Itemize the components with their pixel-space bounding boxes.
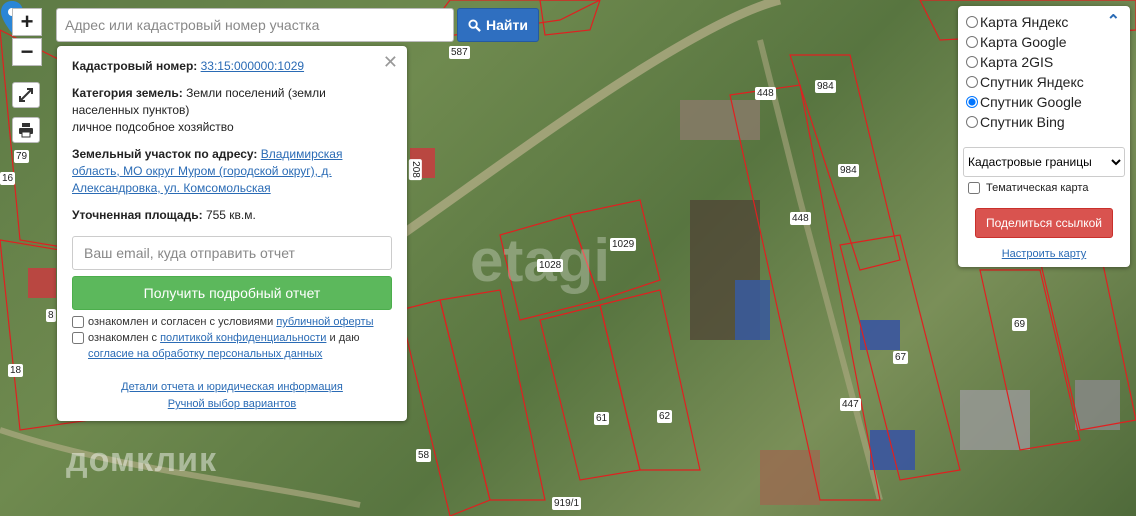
layer-option-google-map[interactable]: Карта Google — [964, 32, 1124, 52]
manual-selection-link[interactable]: Ручной выбор вариантов — [168, 398, 296, 410]
offer-checkbox[interactable] — [72, 316, 84, 328]
plot-label: 448 — [790, 212, 811, 225]
plot-label: 587 — [449, 46, 470, 59]
plot-label: 208 — [408, 159, 422, 180]
plot-label: 1028 — [537, 259, 564, 272]
land-category: Категория земель: Земли поселений (земли… — [72, 86, 326, 134]
expand-icon — [19, 88, 33, 102]
privacy-link[interactable]: политикой конфиденциальности — [160, 332, 326, 344]
plot-label: 984 — [838, 164, 859, 177]
land-usage: личное подсобное хозяйство — [72, 120, 234, 134]
report-details-link[interactable]: Детали отчета и юридическая информация — [121, 381, 343, 393]
zoom-in-button[interactable]: + — [12, 8, 42, 36]
thematic-checkbox[interactable] — [968, 182, 980, 194]
cadastral-number-link[interactable]: 33:15:000000:1029 — [201, 59, 304, 73]
print-icon — [19, 123, 33, 138]
parcel-address: Земельный участок по адресу: Владимирска… — [72, 147, 343, 195]
zoom-out-button[interactable]: − — [12, 38, 42, 66]
search-icon — [468, 18, 481, 32]
plot-label: 984 — [815, 80, 836, 93]
plot-label: 79 — [14, 150, 30, 163]
map-layers-panel: ⌃ Карта Яндекс Карта Google Карта 2GIS С… — [958, 6, 1130, 267]
consent-link[interactable]: согласие на обработку персональных данны… — [88, 348, 322, 360]
print-button[interactable] — [12, 117, 40, 143]
configure-map-link[interactable]: Настроить карту — [958, 248, 1130, 260]
search-input[interactable] — [56, 8, 454, 42]
layer-option-bing-satellite[interactable]: Спутник Bing — [964, 112, 1124, 132]
plot-label: 8 — [46, 309, 56, 322]
fullscreen-button[interactable] — [12, 82, 40, 108]
domclick-watermark: домклик — [66, 441, 218, 479]
plot-label: 62 — [657, 410, 673, 423]
layer-option-google-satellite[interactable]: Спутник Google — [964, 92, 1124, 112]
plot-label: 61 — [594, 412, 610, 425]
plot-label: 447 — [840, 398, 861, 411]
layer-option-yandex-map[interactable]: Карта Яндекс — [964, 12, 1124, 32]
parcel-info-popup: ✕ Кадастровый номер: 33:15:000000:1029 К… — [57, 46, 407, 421]
offer-agreement: ознакомлен и согласен с условиями публич… — [72, 314, 392, 330]
plot-label: 16 — [0, 172, 16, 185]
offer-link[interactable]: публичной оферты — [276, 316, 373, 328]
layer-option-2gis-map[interactable]: Карта 2GIS — [964, 52, 1124, 72]
close-icon[interactable]: ✕ — [383, 52, 398, 73]
cadastral-number: Кадастровый номер: 33:15:000000:1029 — [72, 59, 305, 73]
find-button[interactable]: Найти — [457, 8, 539, 42]
plot-label: 919/1 — [552, 497, 582, 510]
layer-option-yandex-satellite[interactable]: Спутник Яндекс — [964, 72, 1124, 92]
chevron-up-icon[interactable]: ⌃ — [1107, 11, 1120, 31]
cadastral-layer-select[interactable]: Кадастровые границы — [963, 147, 1125, 177]
plot-label: 448 — [755, 87, 776, 100]
share-link-button[interactable]: Поделиться ссылкой — [975, 208, 1113, 238]
privacy-agreement: ознакомлен с политикой конфиденциальност… — [72, 330, 392, 362]
plot-label: 1029 — [610, 238, 637, 251]
plot-label: 67 — [893, 351, 909, 364]
privacy-checkbox[interactable] — [72, 332, 84, 344]
get-report-button[interactable]: Получить подробный отчет — [72, 276, 392, 310]
popup-footer-links: Детали отчета и юридическая информация Р… — [57, 379, 407, 413]
email-field[interactable] — [72, 236, 392, 270]
find-button-label: Найти — [486, 17, 528, 33]
parcel-area: Уточненная площадь: 755 кв.м. — [72, 208, 256, 222]
thematic-map-toggle[interactable]: Тематическая карта — [968, 182, 1088, 194]
plot-label: 69 — [1012, 318, 1028, 331]
plot-label: 58 — [416, 449, 432, 462]
plot-label: 18 — [8, 364, 24, 377]
